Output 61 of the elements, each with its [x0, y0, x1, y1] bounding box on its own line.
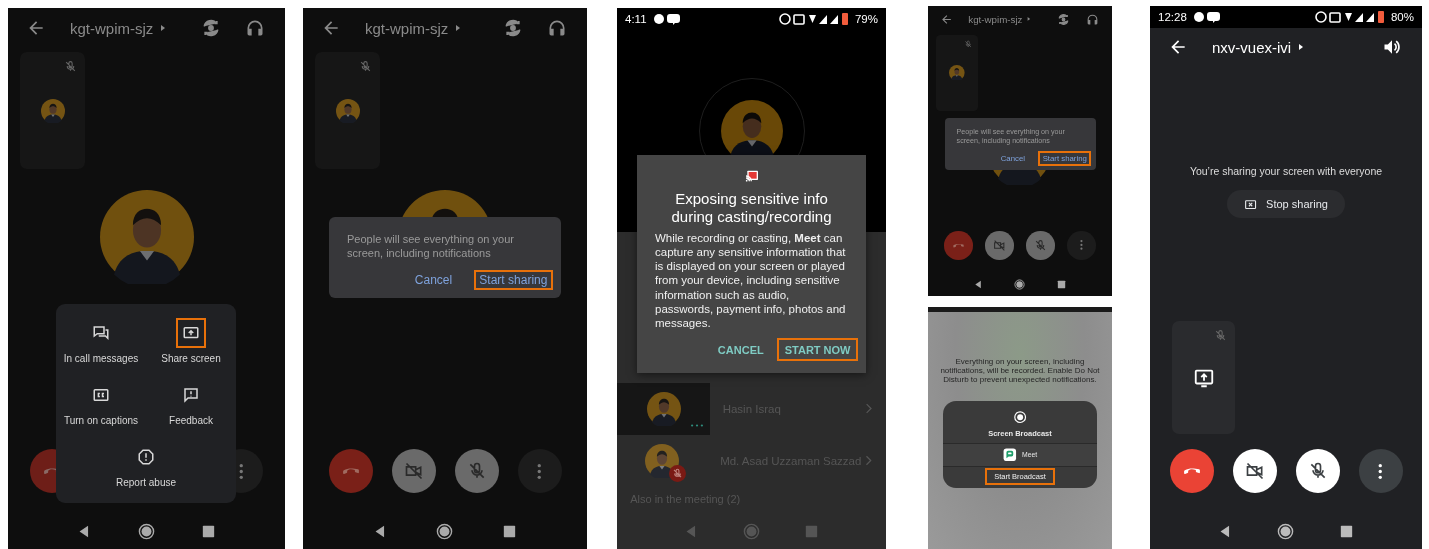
- mic-off-button[interactable]: [1295, 449, 1340, 493]
- status-time: 4:11: [625, 13, 647, 25]
- battery-percentage: 79%: [854, 13, 878, 25]
- menu-item[interactable]: Feedback: [146, 381, 236, 426]
- mic-off-icon: [359, 60, 372, 73]
- menu-item[interactable]: Report abuse: [56, 443, 236, 488]
- typing-dots-icon: [690, 423, 704, 427]
- start-now-button[interactable]: START NOW: [779, 340, 856, 359]
- end-call-button[interactable]: [1169, 449, 1214, 493]
- mic-off-icon: [1033, 238, 1047, 252]
- status-icons-drawing: [1314, 10, 1385, 24]
- muted-badge-icon: [668, 464, 686, 482]
- app-icon: [1002, 447, 1017, 462]
- stop-sharing-button[interactable]: Stop sharing: [1226, 189, 1346, 219]
- meeting-code[interactable]: kgt-wpim-sjz: [70, 19, 154, 37]
- start-sharing-button[interactable]: Start sharing: [475, 271, 551, 288]
- dialog-message: While recording or casting, Meet can capture any sensitive information that is displayed on your screen or played from your device, including sensitive information such as audio, passwords, payment info, photos and messages.: [655, 230, 847, 331]
- switch-camera-icon[interactable]: [1057, 12, 1071, 26]
- mic-off-icon: [1214, 329, 1227, 342]
- headphones-icon[interactable]: [547, 18, 567, 38]
- more-icon: [537, 463, 542, 479]
- mic-off-icon: [64, 60, 77, 73]
- record-icon: [1012, 410, 1028, 425]
- nav-back-icon[interactable]: [972, 278, 984, 290]
- nav-home-icon[interactable]: [436, 522, 454, 540]
- caret-icon: [1025, 15, 1033, 23]
- sharing-message: You’re sharing your screen with everyone: [1188, 164, 1384, 177]
- switch-camera-icon[interactable]: [503, 18, 523, 38]
- broadcast-notice: Everything on your screen, including notifications, will be recorded. Enable Do Not Disturb to prevent unexpected notifications.: [939, 356, 1101, 385]
- camera-off-icon: [1244, 461, 1265, 481]
- notification-icons-drawing: [1192, 10, 1223, 24]
- more-icon: [1378, 463, 1383, 479]
- stop-icon: [1244, 197, 1258, 211]
- menu-item[interactable]: Turn on captions: [56, 381, 146, 426]
- dialog-message: People will see everything on your screen, including notifications: [347, 233, 515, 261]
- cancel-button[interactable]: CANCEL: [712, 340, 770, 359]
- meeting-code[interactable]: kgt-wpim-sjz: [968, 13, 1023, 25]
- camera-off-icon: [403, 461, 424, 481]
- headphones-icon[interactable]: [1086, 12, 1099, 26]
- nav-home-icon[interactable]: [1277, 522, 1295, 540]
- battery-percentage: 80%: [1390, 11, 1414, 23]
- cast-icon: [743, 168, 760, 184]
- nav-home-icon[interactable]: [1014, 278, 1026, 290]
- menu-item[interactable]: In call messages: [56, 319, 146, 364]
- mic-off-icon: [964, 39, 973, 49]
- nav-home-icon[interactable]: [138, 522, 155, 540]
- status-time: 12:28: [1158, 11, 1187, 23]
- cancel-button[interactable]: Cancel: [411, 271, 456, 288]
- menu-item[interactable]: Share screen: [146, 319, 236, 364]
- more-icon: [238, 463, 244, 479]
- notification-icons-drawing: [652, 12, 683, 26]
- meeting-code[interactable]: kgt-wpim-sjz: [365, 19, 449, 37]
- camera-off-button[interactable]: [1232, 449, 1277, 493]
- nav-recents-icon[interactable]: [1056, 278, 1068, 290]
- more-icon: [1079, 240, 1083, 251]
- switch-camera-icon[interactable]: [201, 18, 221, 38]
- dialog-title: Exposing sensitive info during casting/recording: [670, 190, 833, 226]
- headphones-icon[interactable]: [245, 18, 265, 38]
- status-icons-drawing: [778, 12, 849, 26]
- meeting-code[interactable]: nxv-vuex-ivi: [1212, 38, 1292, 56]
- camera-off-icon: [993, 238, 1007, 252]
